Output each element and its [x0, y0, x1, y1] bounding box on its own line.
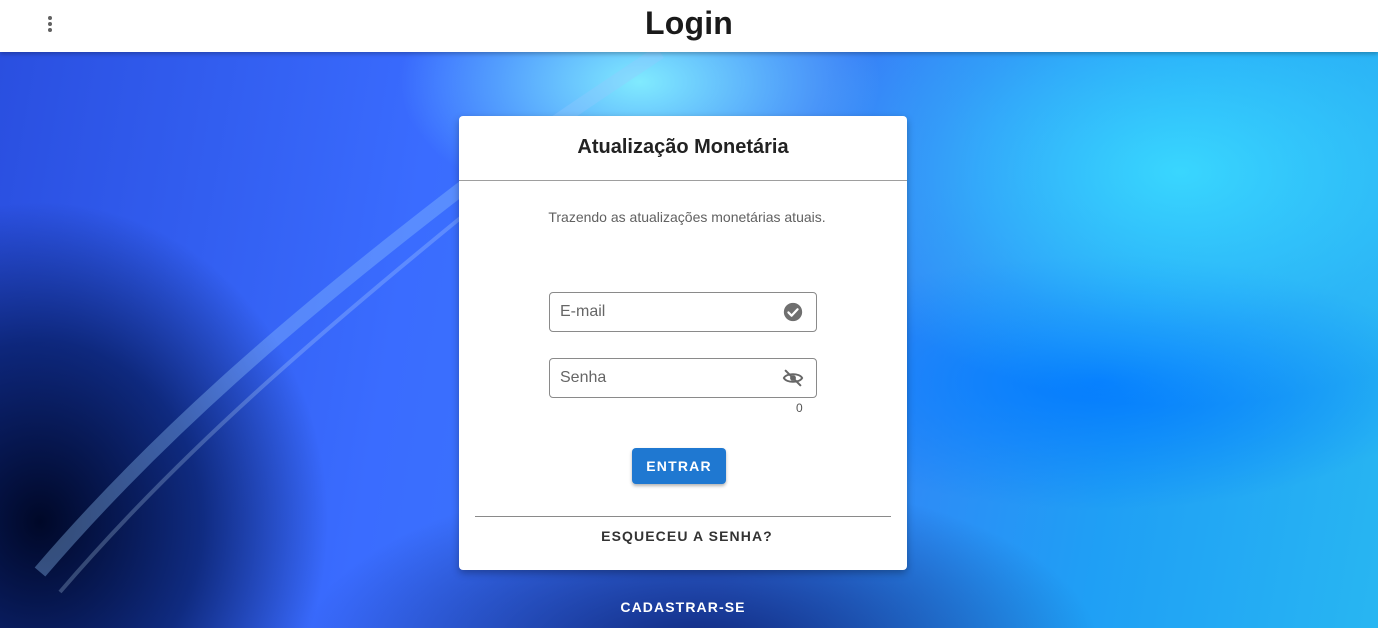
- page-title: Login: [644, 5, 734, 41]
- password-char-counter: 0: [796, 401, 803, 415]
- register-link[interactable]: CADASTRAR-SE: [0, 599, 1366, 615]
- login-card: Atualização Monetária Trazendo as atuali…: [459, 116, 907, 570]
- card-footer-divider: [475, 516, 891, 517]
- card-subtitle: Trazendo as atualizações monetárias atua…: [548, 209, 826, 225]
- email-field: [549, 292, 817, 332]
- app-root: Login Atualização Monetária Trazendo as …: [0, 0, 1378, 643]
- forgot-password-link[interactable]: ESQUECEU A SENHA?: [463, 528, 911, 544]
- login-button[interactable]: ENTRAR: [632, 448, 726, 484]
- card-header-divider: [459, 180, 907, 181]
- eye-off-icon[interactable]: [782, 367, 804, 389]
- password-field: [549, 358, 817, 398]
- top-app-bar: Login: [0, 0, 1378, 52]
- password-input[interactable]: [560, 359, 770, 397]
- bottom-strip: [0, 628, 1378, 643]
- check-circle-icon: [783, 302, 803, 322]
- email-input[interactable]: [560, 293, 770, 331]
- card-title: Atualização Monetária: [577, 136, 789, 158]
